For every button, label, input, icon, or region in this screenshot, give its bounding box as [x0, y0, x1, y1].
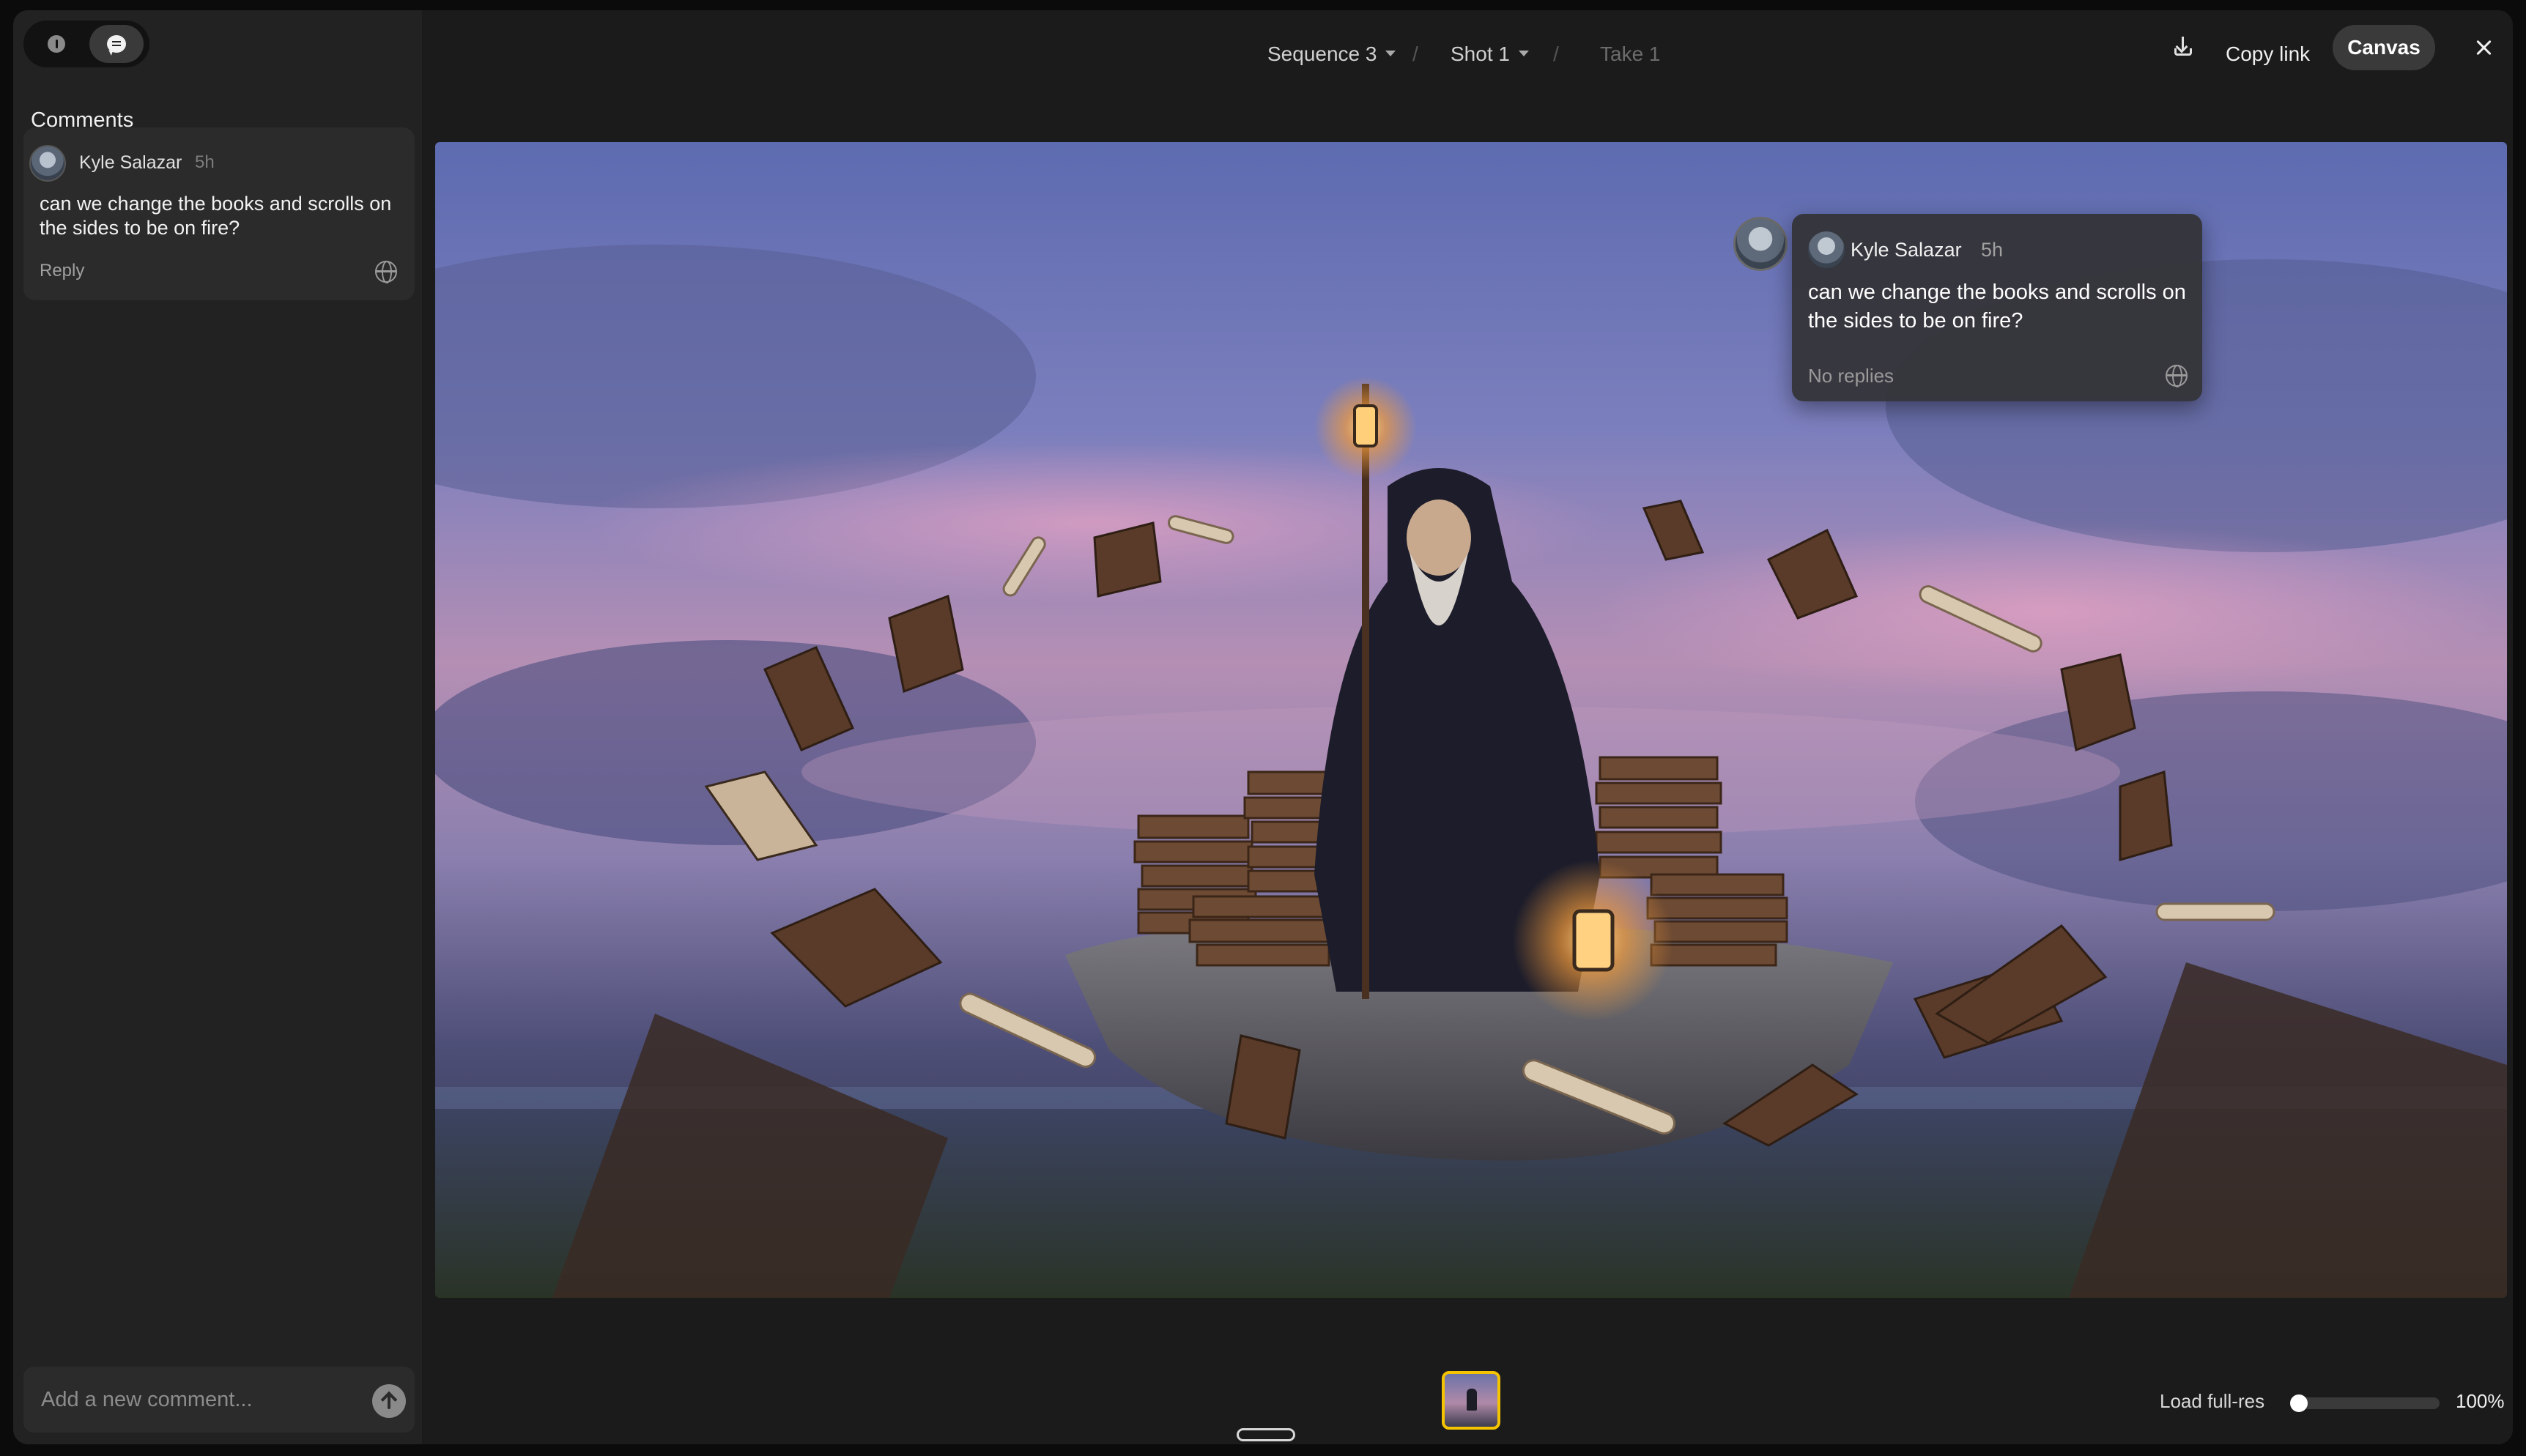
comments-sidebar: Comments Kyle Salazar 5h can we change t…: [13, 10, 423, 1444]
avatar: [29, 145, 66, 182]
download-icon[interactable]: [2168, 32, 2198, 62]
filmstrip-handle[interactable]: [1237, 1428, 1295, 1441]
full-res-slider-track[interactable]: [2293, 1397, 2440, 1409]
avatar: [1808, 231, 1845, 268]
globe-icon[interactable]: [2166, 365, 2188, 387]
breadcrumb-separator: /: [1553, 42, 1559, 65]
sequence-dropdown[interactable]: Sequence 3: [1267, 42, 1396, 66]
comment-text: can we change the books and scrolls on t…: [1808, 281, 2186, 333]
globe-icon[interactable]: [375, 261, 397, 283]
new-comment-input[interactable]: [41, 1381, 349, 1418]
comment-author: Kyle Salazar: [1851, 239, 1962, 261]
zoom-level[interactable]: 100%: [2456, 1390, 2505, 1413]
shot-dropdown[interactable]: Shot 1: [1451, 42, 1529, 66]
comments-icon: [107, 35, 126, 53]
canvas-button[interactable]: Canvas: [2333, 25, 2435, 70]
comment-text: can we change the books and scrolls on t…: [40, 193, 392, 239]
chevron-down-icon: [1518, 50, 1529, 56]
comment-time: 5h: [195, 152, 215, 172]
copy-link-button[interactable]: Copy link: [2226, 42, 2310, 66]
full-res-slider-knob[interactable]: [2290, 1394, 2308, 1412]
comment-time: 5h: [1981, 239, 2004, 261]
load-full-res-label: Load full-res: [2160, 1390, 2265, 1412]
panel-toggle: [23, 21, 149, 67]
close-icon[interactable]: [2473, 37, 2495, 59]
breadcrumb-separator: /: [1412, 42, 1418, 65]
send-button[interactable]: [372, 1384, 406, 1418]
chevron-down-icon: [1385, 50, 1396, 56]
info-tab[interactable]: [29, 25, 84, 63]
comment-author: Kyle Salazar: [79, 152, 182, 173]
comments-tab[interactable]: [89, 25, 144, 63]
shot-thumbnail[interactable]: [1442, 1371, 1500, 1430]
info-icon: [48, 35, 65, 53]
comment-composer: [23, 1367, 415, 1433]
replies-status: No replies: [1808, 365, 1894, 387]
sequence-label: Sequence 3: [1267, 42, 1377, 65]
app-window: Comments Kyle Salazar 5h can we change t…: [13, 10, 2513, 1444]
reply-button[interactable]: Reply: [40, 261, 84, 281]
take-label[interactable]: Take 1: [1600, 42, 1661, 66]
canvas-comment-popover[interactable]: Kyle Salazar 5h can we change the books …: [1792, 214, 2202, 401]
shot-label: Shot 1: [1451, 42, 1510, 65]
comment-pin[interactable]: [1733, 217, 1788, 271]
